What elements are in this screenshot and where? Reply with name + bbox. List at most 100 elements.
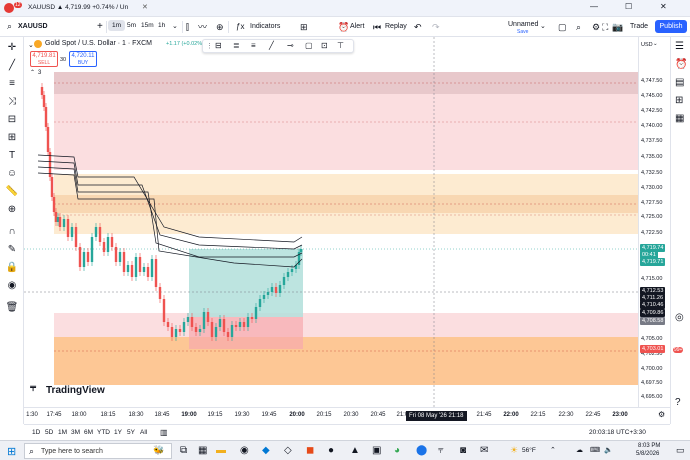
tab-close-icon[interactable]: ✕ <box>142 3 148 11</box>
watchlist-icon[interactable]: ☰ <box>675 41 684 52</box>
close-window-icon[interactable]: ✕ <box>660 2 667 11</box>
fib-retracement-icon[interactable]: ≡ <box>5 77 19 91</box>
widgets-icon[interactable]: ▦ <box>198 445 207 456</box>
tab-title[interactable]: XAUUSD ▲ 4,719.99 +0.74% / Un <box>28 4 138 11</box>
weather-icon[interactable]: ☀ <box>510 445 518 456</box>
line-style-icon[interactable]: ╱ <box>269 41 274 50</box>
settings-gear-icon[interactable]: ⚙ <box>592 20 600 34</box>
indicators-toggle-icon[interactable]: ⌃ <box>30 69 35 76</box>
redo-icon[interactable]: ↷ <box>432 20 440 34</box>
range-button-1y[interactable]: 1Y <box>114 429 122 436</box>
app-icon-9[interactable]: ◙ <box>460 445 466 456</box>
layout-dropdown-icon[interactable]: ⌄ <box>540 20 546 34</box>
add-symbol-icon[interactable]: + <box>97 20 103 34</box>
templates-icon[interactable]: ⊞ <box>300 20 308 34</box>
taskbar-search-box[interactable]: ⌕ Type here to search 🐝 <box>24 443 172 459</box>
time-axis[interactable]: 1:30 17:45 18:00 18:15 18:30 18:45 19:00 19:15 1… <box>24 407 670 424</box>
replay-button[interactable]: Replay <box>385 20 407 34</box>
chart-canvas[interactable] <box>24 37 638 407</box>
text-tool-icon[interactable]: T <box>5 149 19 163</box>
eye-icon[interactable]: ◉ <box>5 279 19 293</box>
help-icon[interactable]: ? <box>675 397 681 408</box>
notifications-icon[interactable]: ◎ <box>675 312 684 323</box>
chart-pane[interactable]: ⌄ Gold Spot / U.S. Dollar · 1 · FXCM +1.… <box>24 37 638 407</box>
legend-collapse-icon[interactable]: ⌄ <box>28 41 34 49</box>
drag-handle-icon[interactable]: ⋮ <box>206 42 213 50</box>
range-button-1m[interactable]: 1M <box>58 429 67 436</box>
volume-icon[interactable]: 🔈 <box>604 446 613 454</box>
tradingview-app-icon[interactable]: ⫧ <box>438 445 444 456</box>
app-icon-4[interactable]: ◼ <box>306 445 314 456</box>
app-icon-5[interactable]: ● <box>328 445 334 456</box>
alert-icon[interactable]: ⏰ <box>338 20 349 34</box>
measure-icon[interactable]: ⊞ <box>5 131 19 145</box>
indicators-button[interactable]: Indicators <box>250 20 280 34</box>
visibility-icon[interactable]: ▢ <box>305 41 313 50</box>
fullscreen-icon[interactable]: ⛶ <box>602 20 608 34</box>
range-button-ytd[interactable]: YTD <box>97 429 110 436</box>
replay-icon[interactable]: ⏮ <box>373 20 381 34</box>
buy-button[interactable]: 4,720.11 BUY <box>69 51 97 67</box>
line-width-icon[interactable]: ⊸ <box>287 41 294 50</box>
minimize-icon[interactable]: — <box>590 2 598 11</box>
range-button-1d[interactable]: 1D <box>32 429 40 436</box>
messages-badge[interactable]: 99+ <box>673 347 684 353</box>
app-icon-6[interactable]: ▲ <box>350 445 360 456</box>
search-icon[interactable]: ⌕ <box>7 21 12 32</box>
windows-start-icon[interactable]: ⊞ <box>7 445 16 458</box>
alerts-clock-icon[interactable]: ⏰ <box>675 59 687 70</box>
icons-tool-icon[interactable]: ☺ <box>5 167 19 181</box>
notification-center-icon[interactable]: ▭ <box>676 445 685 456</box>
alert-button[interactable]: Alert <box>350 20 364 34</box>
publish-button[interactable]: Publish <box>655 20 687 33</box>
lock-icon[interactable]: 🔒 <box>5 261 19 275</box>
crosshair-icon[interactable]: ✛ <box>5 41 19 55</box>
zoom-in-icon[interactable]: ⊕ <box>5 203 19 217</box>
candles-icon[interactable]: ⫿ <box>186 20 189 34</box>
pencil-lock-icon[interactable]: ✎ <box>5 243 19 257</box>
taskbar-time[interactable]: 8:03 PM <box>638 443 660 449</box>
line-chart-icon[interactable]: 〰 <box>198 20 207 34</box>
range-button-all[interactable]: All <box>140 429 147 436</box>
interval-dropdown-icon[interactable]: ⌄ <box>172 20 178 34</box>
square-icon[interactable]: ⊡ <box>321 41 328 50</box>
lock-drawing-icon[interactable]: ⊤ <box>337 41 344 50</box>
range-button-3m[interactable]: 3M <box>71 429 80 436</box>
magnet-icon[interactable]: ∩ <box>5 225 19 239</box>
layout-grid-icon[interactable]: ▢ <box>558 20 567 34</box>
app-icon-7[interactable]: ▣ <box>372 445 381 456</box>
app-icon-8[interactable]: ⬤ <box>416 445 427 456</box>
undo-icon[interactable]: ↶ <box>414 20 422 34</box>
pattern-icon[interactable]: ⤨ <box>5 95 19 109</box>
app-icon-1[interactable]: ◉ <box>240 445 249 456</box>
currency-dropdown-icon[interactable]: ⌄ <box>653 41 658 47</box>
ideas-icon[interactable]: ⊞ <box>675 95 683 106</box>
chrome-icon[interactable]: ◕ <box>394 445 400 456</box>
trend-line-icon[interactable]: ╱ <box>5 59 19 73</box>
trash-icon[interactable]: 🗑 <box>5 301 19 315</box>
app-icon-3[interactable]: ◇ <box>284 445 292 456</box>
date-range-icon[interactable]: ▥ <box>160 428 168 437</box>
network-icon[interactable]: ☁ <box>576 446 583 454</box>
utc-clock[interactable]: 20:03:18 UTC+3:30 <box>589 429 646 436</box>
calendar-icon[interactable]: ▦ <box>675 113 684 124</box>
task-view-icon[interactable]: ⧉ <box>180 445 187 456</box>
currency-label[interactable]: USD <box>641 42 653 48</box>
range-button-5d[interactable]: 5D <box>45 429 53 436</box>
maximize-icon[interactable]: ☐ <box>625 2 632 11</box>
search-settings-icon[interactable]: ⌕ <box>576 20 581 34</box>
tray-chevron-icon[interactable]: ⌃ <box>550 446 556 454</box>
settings-list-icon[interactable]: ≡ <box>251 41 256 50</box>
template-icon[interactable]: ⊟ <box>215 41 222 50</box>
indicators-icon[interactable]: ƒx <box>236 20 244 34</box>
symbol-search[interactable]: XAUUSD <box>18 20 48 34</box>
interval-1h[interactable]: 1h <box>154 20 169 31</box>
file-explorer-icon[interactable]: ▬ <box>216 445 226 456</box>
camera-icon[interactable]: 📷 <box>612 20 623 34</box>
ruler-icon[interactable]: 📏 <box>5 185 19 199</box>
range-button-5y[interactable]: 5Y <box>127 429 135 436</box>
axis-settings-icon[interactable]: ⚙ <box>658 410 665 419</box>
chat-icon[interactable]: ▤ <box>675 77 684 88</box>
compare-icon[interactable]: ⊕ <box>216 20 224 34</box>
align-icon[interactable]: ≣ <box>233 41 240 50</box>
